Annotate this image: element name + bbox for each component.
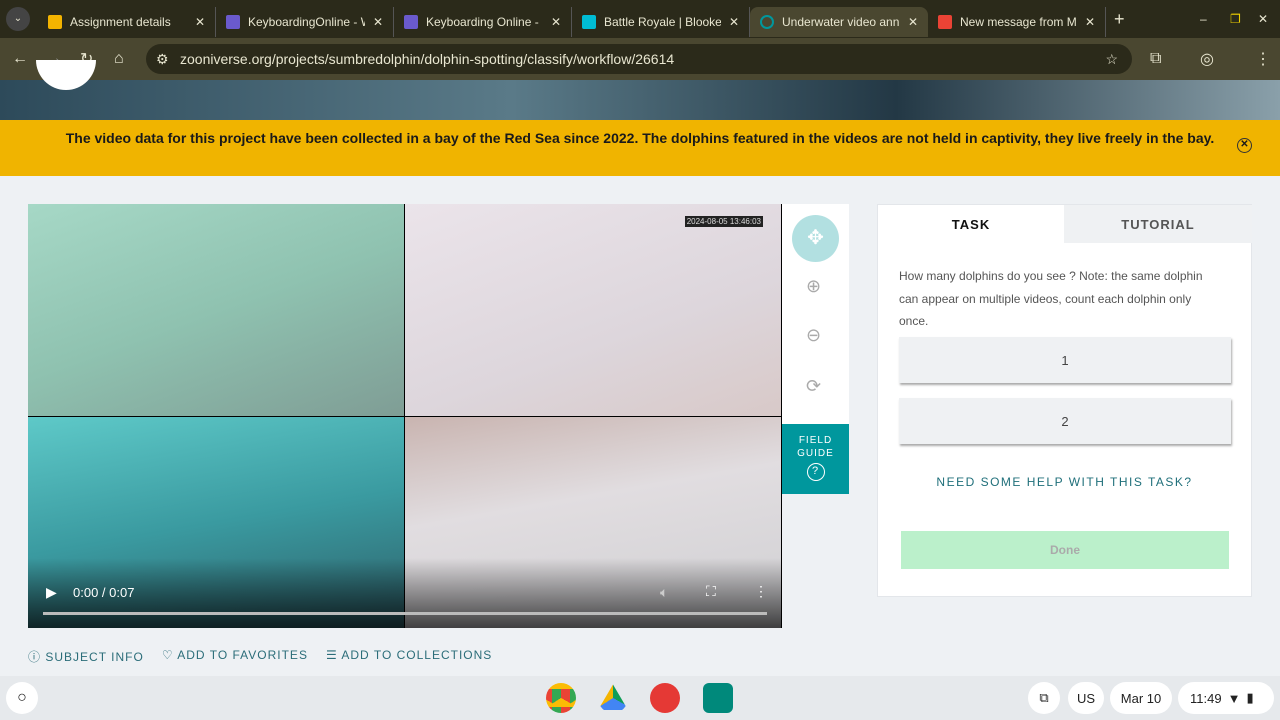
tab-search-button[interactable]: ⌄	[6, 7, 30, 31]
project-avatar	[36, 60, 96, 90]
project-header-image	[0, 60, 1280, 120]
address-bar[interactable]: ⚙ zooniverse.org/projects/sumbredolphin/…	[146, 44, 1132, 74]
bookmark-star-icon[interactable]: ☆	[1105, 51, 1118, 68]
subject-actions: ⓘ SUBJECT INFO ♡ ADD TO FAVORITES ☰ ADD …	[28, 648, 492, 665]
play-icon[interactable]: ▶	[46, 584, 57, 601]
close-tab-icon[interactable]: ✕	[551, 15, 561, 29]
browser-tab-active[interactable]: Underwater video ann ✕	[750, 7, 928, 37]
keyboarding-icon	[404, 15, 418, 29]
new-tab-button[interactable]: +	[1114, 9, 1125, 30]
zoom-in-icon[interactable]: ⊕	[806, 276, 821, 297]
close-tab-icon[interactable]: ✕	[1085, 15, 1095, 29]
browser-tab[interactable]: Battle Royale | Blooket ✕	[572, 7, 750, 37]
subject-info-button[interactable]: ⓘ SUBJECT INFO	[28, 648, 144, 665]
site-info-icon[interactable]: ⚙	[156, 51, 169, 68]
browser-tab[interactable]: Assignment details ✕	[38, 7, 216, 37]
close-tab-icon[interactable]: ✕	[195, 15, 205, 29]
wifi-icon: ▼	[1227, 690, 1241, 706]
date-button[interactable]: Mar 10	[1110, 682, 1172, 714]
volume-icon[interactable]: 🔈︎	[660, 584, 668, 601]
need-help-link[interactable]: NEED SOME HELP WITH THIS TASK?	[878, 475, 1251, 489]
answer-button-1[interactable]: 1	[899, 337, 1231, 383]
move-icon[interactable]: ✥	[792, 215, 839, 262]
close-window-button[interactable]: ✕	[1258, 12, 1268, 26]
announcement-banner: The video data for this project have bee…	[0, 120, 1280, 176]
blooket-icon	[582, 15, 596, 29]
browser-tab[interactable]: Keyboarding Online - L ✕	[394, 7, 572, 37]
fullscreen-icon[interactable]: ⛶	[706, 583, 716, 600]
list-icon: ☰	[325, 648, 342, 662]
tab-tutorial[interactable]: TUTORIAL	[1064, 205, 1252, 243]
drive-app-icon[interactable]	[598, 684, 628, 710]
status-area[interactable]: 11:49 ▼ ▮	[1178, 682, 1274, 714]
close-banner-icon[interactable]: ✕	[1237, 138, 1252, 153]
reset-icon[interactable]: ⟳	[806, 376, 821, 397]
holding-space-icon[interactable]: ⧉	[1028, 682, 1060, 714]
tab-task[interactable]: TASK	[878, 205, 1064, 243]
tab-strip: ⌄ Assignment details ✕ KeyboardingOnline …	[0, 0, 1280, 38]
extensions-icon[interactable]: ⧉	[1150, 50, 1161, 68]
ime-button[interactable]: US	[1068, 682, 1104, 714]
browser-toolbar: ← → ↻ ⌂ ⚙ zooniverse.org/projects/sumbre…	[0, 38, 1280, 80]
classroom-icon	[48, 15, 62, 29]
info-icon: ⓘ	[28, 650, 46, 664]
launcher-button[interactable]: ○	[6, 682, 38, 714]
classroom-app-icon[interactable]	[703, 683, 733, 713]
video-controls: ▶ 0:00 / 0:07 🔈︎ ⛶ ⋮	[28, 558, 782, 628]
add-to-favorites-button[interactable]: ♡ ADD TO FAVORITES	[162, 648, 308, 665]
back-icon[interactable]: ←	[12, 50, 28, 68]
more-options-icon[interactable]: ⋮	[754, 583, 768, 600]
image-toolbar: ✥ ⊕ ⊖ ⟳	[782, 204, 849, 424]
camera-view-1	[28, 204, 404, 416]
keyboarding-icon	[226, 15, 240, 29]
zooniverse-icon	[760, 15, 774, 29]
video-player[interactable]: 2024-08-05 13:46:03 ▶ 0:00 / 0:07 🔈︎ ⛶ ⋮	[28, 204, 782, 628]
screenshot-icon[interactable]: ◎	[1200, 49, 1214, 69]
canvas-app-icon[interactable]	[650, 683, 680, 713]
answer-button-2[interactable]: 2	[899, 398, 1231, 444]
add-to-collections-button[interactable]: ☰ ADD TO COLLECTIONS	[326, 648, 492, 665]
zoom-out-icon[interactable]: ⊖	[806, 325, 821, 346]
close-tab-icon[interactable]: ✕	[373, 15, 383, 29]
help-icon: ?	[806, 463, 825, 481]
minimize-button[interactable]: –	[1200, 12, 1207, 26]
chrome-app-icon[interactable]	[546, 683, 576, 713]
video-progress-bar[interactable]	[43, 612, 767, 615]
os-shelf: ○ ⧉ US Mar 10 11:49 ▼ ▮	[0, 676, 1280, 720]
done-button[interactable]: Done	[901, 531, 1229, 569]
browser-tab[interactable]: KeyboardingOnline - W ✕	[216, 7, 394, 37]
close-tab-icon[interactable]: ✕	[908, 15, 918, 29]
camera-view-2: 2024-08-05 13:46:03	[405, 204, 781, 416]
gmail-icon	[938, 15, 952, 29]
field-guide-button[interactable]: FIELD GUIDE ?	[782, 424, 849, 494]
heart-icon: ♡	[161, 648, 178, 662]
close-tab-icon[interactable]: ✕	[729, 15, 739, 29]
task-panel: TASK TUTORIAL How many dolphins do you s…	[877, 204, 1252, 597]
battery-icon: ▮	[1246, 690, 1254, 705]
browser-tab[interactable]: New message from M ✕	[928, 7, 1106, 37]
restore-button[interactable]: ❐	[1230, 12, 1241, 26]
task-question: How many dolphins do you see ? Note: the…	[899, 269, 1203, 328]
home-icon[interactable]: ⌂	[114, 50, 124, 68]
menu-icon[interactable]: ⋮	[1255, 49, 1271, 69]
